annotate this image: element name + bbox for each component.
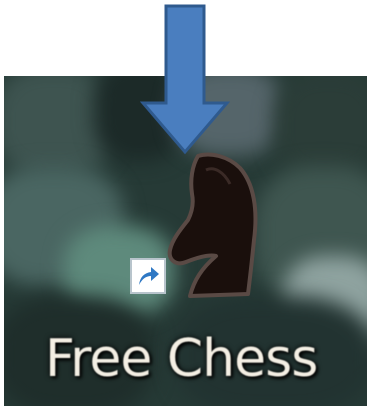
- screenshot-stage: Free Chess: [0, 0, 367, 406]
- free-chess-shortcut[interactable]: [120, 150, 270, 310]
- shortcut-label[interactable]: Free Chess: [45, 326, 363, 392]
- chess-knight-icon: [167, 152, 258, 298]
- down-arrow-icon: [140, 4, 230, 155]
- shortcut-arrow-icon: [130, 258, 166, 294]
